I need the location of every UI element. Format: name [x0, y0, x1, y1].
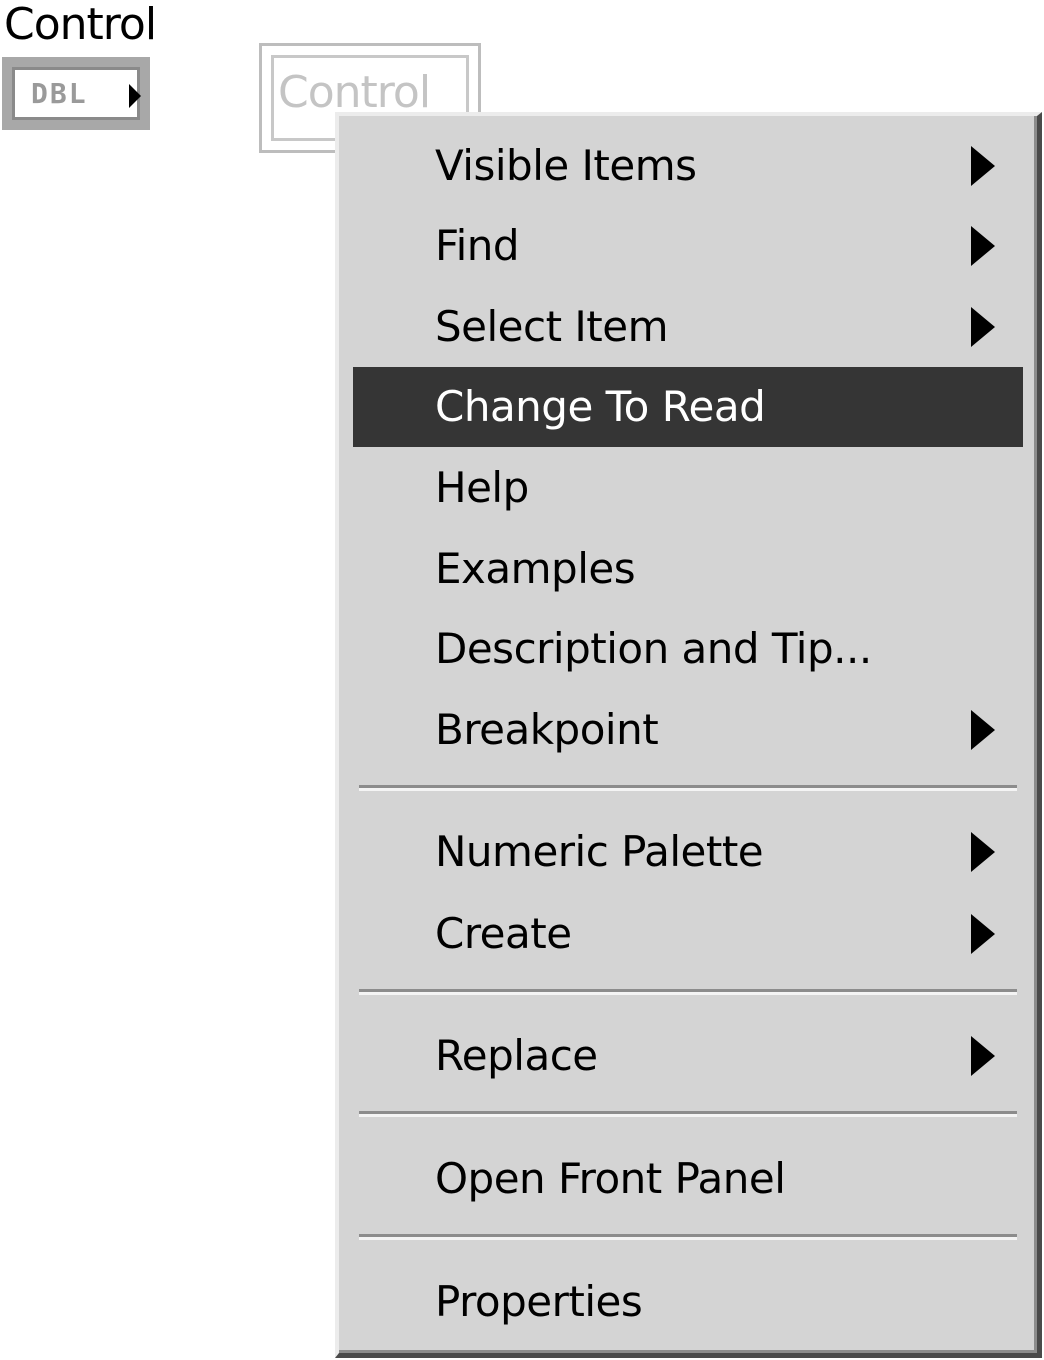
- menu-separator: [359, 785, 1017, 791]
- menu-item-open-front-panel[interactable]: Open Front Panel: [353, 1139, 1023, 1219]
- menu-separator: [359, 1111, 1017, 1117]
- menu-item-label: Visible Items: [435, 141, 697, 190]
- menu-separator: [359, 989, 1017, 995]
- menu-item-label: Breakpoint: [435, 705, 659, 754]
- submenu-arrow-icon: [971, 226, 995, 266]
- menu-item-label: Find: [435, 221, 520, 270]
- menu-item-properties[interactable]: Properties: [353, 1262, 1023, 1342]
- menu-item-label: Replace: [435, 1031, 598, 1080]
- menu-item-description-and-tip[interactable]: Description and Tip...: [353, 609, 1023, 689]
- submenu-arrow-icon: [971, 146, 995, 186]
- menu-item-breakpoint[interactable]: Breakpoint: [353, 690, 1023, 770]
- menu-item-label: Numeric Palette: [435, 827, 764, 876]
- submenu-arrow-icon: [971, 914, 995, 954]
- context-menu: Visible Items Find Select Item Change To…: [335, 112, 1042, 1358]
- submenu-arrow-icon: [971, 307, 995, 347]
- menu-item-label: Create: [435, 909, 572, 958]
- menu-item-label: Description and Tip...: [435, 624, 872, 673]
- menu-item-label: Select Item: [435, 302, 669, 351]
- menu-item-numeric-palette[interactable]: Numeric Palette: [353, 812, 1023, 892]
- submenu-arrow-icon: [971, 832, 995, 872]
- menu-item-visible-items[interactable]: Visible Items: [353, 126, 1023, 206]
- menu-item-select-item[interactable]: Select Item: [353, 287, 1023, 367]
- dbl-terminal[interactable]: DBL: [2, 57, 150, 130]
- menu-item-create[interactable]: Create: [353, 894, 1023, 974]
- menu-item-label: Change To Read: [435, 382, 766, 431]
- control-node-label: Control: [278, 67, 431, 118]
- menu-item-change-to-read[interactable]: Change To Read: [353, 367, 1023, 447]
- menu-item-replace[interactable]: Replace: [353, 1016, 1023, 1096]
- terminal-arrow-icon: [129, 84, 141, 108]
- menu-item-label: Examples: [435, 544, 636, 593]
- menu-item-examples[interactable]: Examples: [353, 529, 1023, 609]
- menu-item-label: Open Front Panel: [435, 1154, 786, 1203]
- menu-item-label: Help: [435, 463, 529, 512]
- menu-item-help[interactable]: Help: [353, 448, 1023, 528]
- submenu-arrow-icon: [971, 1036, 995, 1076]
- terminal-type-text: DBL: [31, 77, 88, 110]
- submenu-arrow-icon: [971, 710, 995, 750]
- menu-item-find[interactable]: Find: [353, 206, 1023, 286]
- menu-separator: [359, 1234, 1017, 1240]
- menu-item-label: Properties: [435, 1277, 643, 1326]
- terminal-body: DBL: [12, 67, 141, 120]
- terminal-label: Control: [4, 0, 157, 50]
